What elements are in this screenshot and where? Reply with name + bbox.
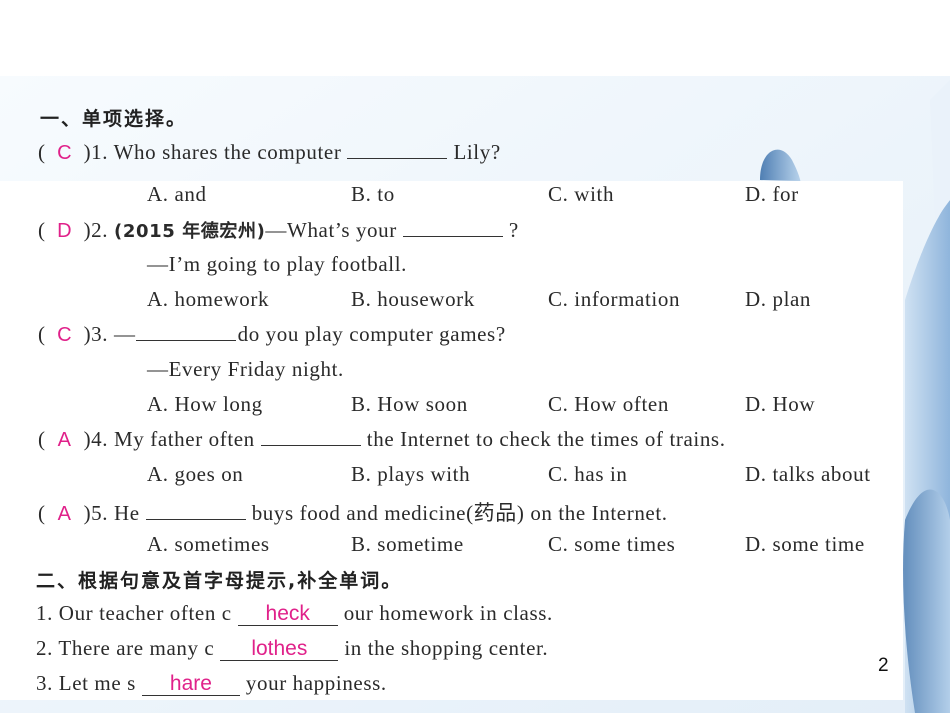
answer-1: C bbox=[57, 142, 73, 164]
question-text: He bbox=[114, 501, 140, 525]
question-5: ( A )5. He buys food and medicine(药品) on th… bbox=[38, 497, 668, 527]
option-3d: D. How bbox=[745, 392, 816, 416]
question-text-end: do you play computer games? bbox=[237, 322, 506, 346]
answer-blank bbox=[145, 501, 246, 520]
option-2d: D. plan bbox=[745, 287, 812, 311]
answer-4: A bbox=[57, 429, 72, 451]
fill-item-3: 3. Let me s hare your happiness. bbox=[36, 671, 387, 696]
reply-3: —Every Friday night. bbox=[147, 357, 344, 381]
question-text: —What’s your bbox=[265, 218, 397, 242]
option-4c: C. has in bbox=[548, 462, 628, 486]
question-number: )4. bbox=[83, 427, 109, 451]
question-text-end: buys food and medicine(药品) on the Intern… bbox=[251, 501, 668, 525]
section2-heading: 二、根据句意及首字母提示,补全单词。 bbox=[36, 570, 403, 592]
question-2: ( D )2. (2015 年德宏州)—What’s your? bbox=[38, 217, 519, 243]
question-text-end: ? bbox=[508, 218, 519, 242]
answer-blank bbox=[260, 427, 361, 446]
fill-suffix: our homework in class. bbox=[343, 601, 553, 625]
option-1a: A. and bbox=[147, 182, 207, 206]
option-1c: C. with bbox=[548, 182, 615, 206]
option-1d: D. for bbox=[745, 182, 799, 206]
option-4b: B. plays with bbox=[351, 462, 471, 486]
section1-heading: 一、单项选择。 bbox=[40, 108, 188, 130]
question-text-end: the Internet to check the times of train… bbox=[366, 427, 726, 451]
option-2c: C. information bbox=[548, 287, 681, 311]
option-5d: D. some time bbox=[745, 532, 865, 556]
option-4a: A. goes on bbox=[147, 462, 244, 486]
paren-open: ( bbox=[38, 501, 46, 525]
fill-answer-2: lothes bbox=[220, 638, 339, 661]
fill-item-2: 2. There are many c lothes in the shopping… bbox=[36, 636, 548, 661]
question-4: ( A )4. My father often the Internet to che… bbox=[38, 427, 726, 452]
question-number: )2. bbox=[83, 218, 109, 242]
answer-blank bbox=[347, 140, 448, 159]
option-1b: B. to bbox=[351, 182, 395, 206]
option-5a: A. sometimes bbox=[147, 532, 270, 556]
paren-open: ( bbox=[38, 322, 46, 346]
option-5b: B. sometime bbox=[351, 532, 464, 556]
fill-answer-3: hare bbox=[141, 673, 240, 696]
fill-prefix: 1. Our teacher often c bbox=[36, 601, 232, 625]
question-number: )5. bbox=[83, 501, 109, 525]
option-5c: C. some times bbox=[548, 532, 676, 556]
option-2a: A. homework bbox=[147, 287, 270, 311]
question-text: — bbox=[114, 322, 136, 346]
option-3a: A. How long bbox=[147, 392, 263, 416]
option-3b: B. How soon bbox=[351, 392, 468, 416]
question-text-end: Lily? bbox=[453, 140, 501, 164]
question-1: ( C )1. Who shares the computer Lily? bbox=[38, 140, 501, 165]
answer-blank bbox=[135, 322, 236, 341]
question-text: My father often bbox=[114, 427, 255, 451]
option-2b: B. housework bbox=[351, 287, 475, 311]
paren-open: ( bbox=[38, 140, 46, 164]
reply-2: —I’m going to play football. bbox=[147, 252, 408, 276]
paren-open: ( bbox=[38, 427, 46, 451]
fill-suffix: your happiness. bbox=[245, 671, 387, 695]
option-3c: C. How often bbox=[548, 392, 669, 416]
paren-open: ( bbox=[38, 218, 46, 242]
answer-blank bbox=[402, 218, 503, 237]
answer-5: A bbox=[57, 503, 72, 525]
question-text: Who shares the computer bbox=[113, 140, 342, 164]
answer-3: C bbox=[57, 324, 73, 346]
fill-answer-1: heck bbox=[237, 603, 338, 626]
question-3: ( C )3. — do you play computer games? bbox=[38, 322, 506, 347]
fill-prefix: 3. Let me s bbox=[36, 671, 136, 695]
answer-2: D bbox=[57, 220, 73, 242]
question-number: )1. bbox=[83, 140, 109, 164]
fill-prefix: 2. There are many c bbox=[36, 636, 215, 660]
fill-suffix: in the shopping center. bbox=[344, 636, 549, 660]
page-number: 2 bbox=[878, 655, 889, 676]
question-number: )3. bbox=[83, 322, 109, 346]
fill-item-1: 1. Our teacher often c heck our homework i… bbox=[36, 601, 553, 626]
option-4d: D. talks about bbox=[745, 462, 871, 486]
question-source: (2015 年德宏州) bbox=[114, 221, 266, 242]
